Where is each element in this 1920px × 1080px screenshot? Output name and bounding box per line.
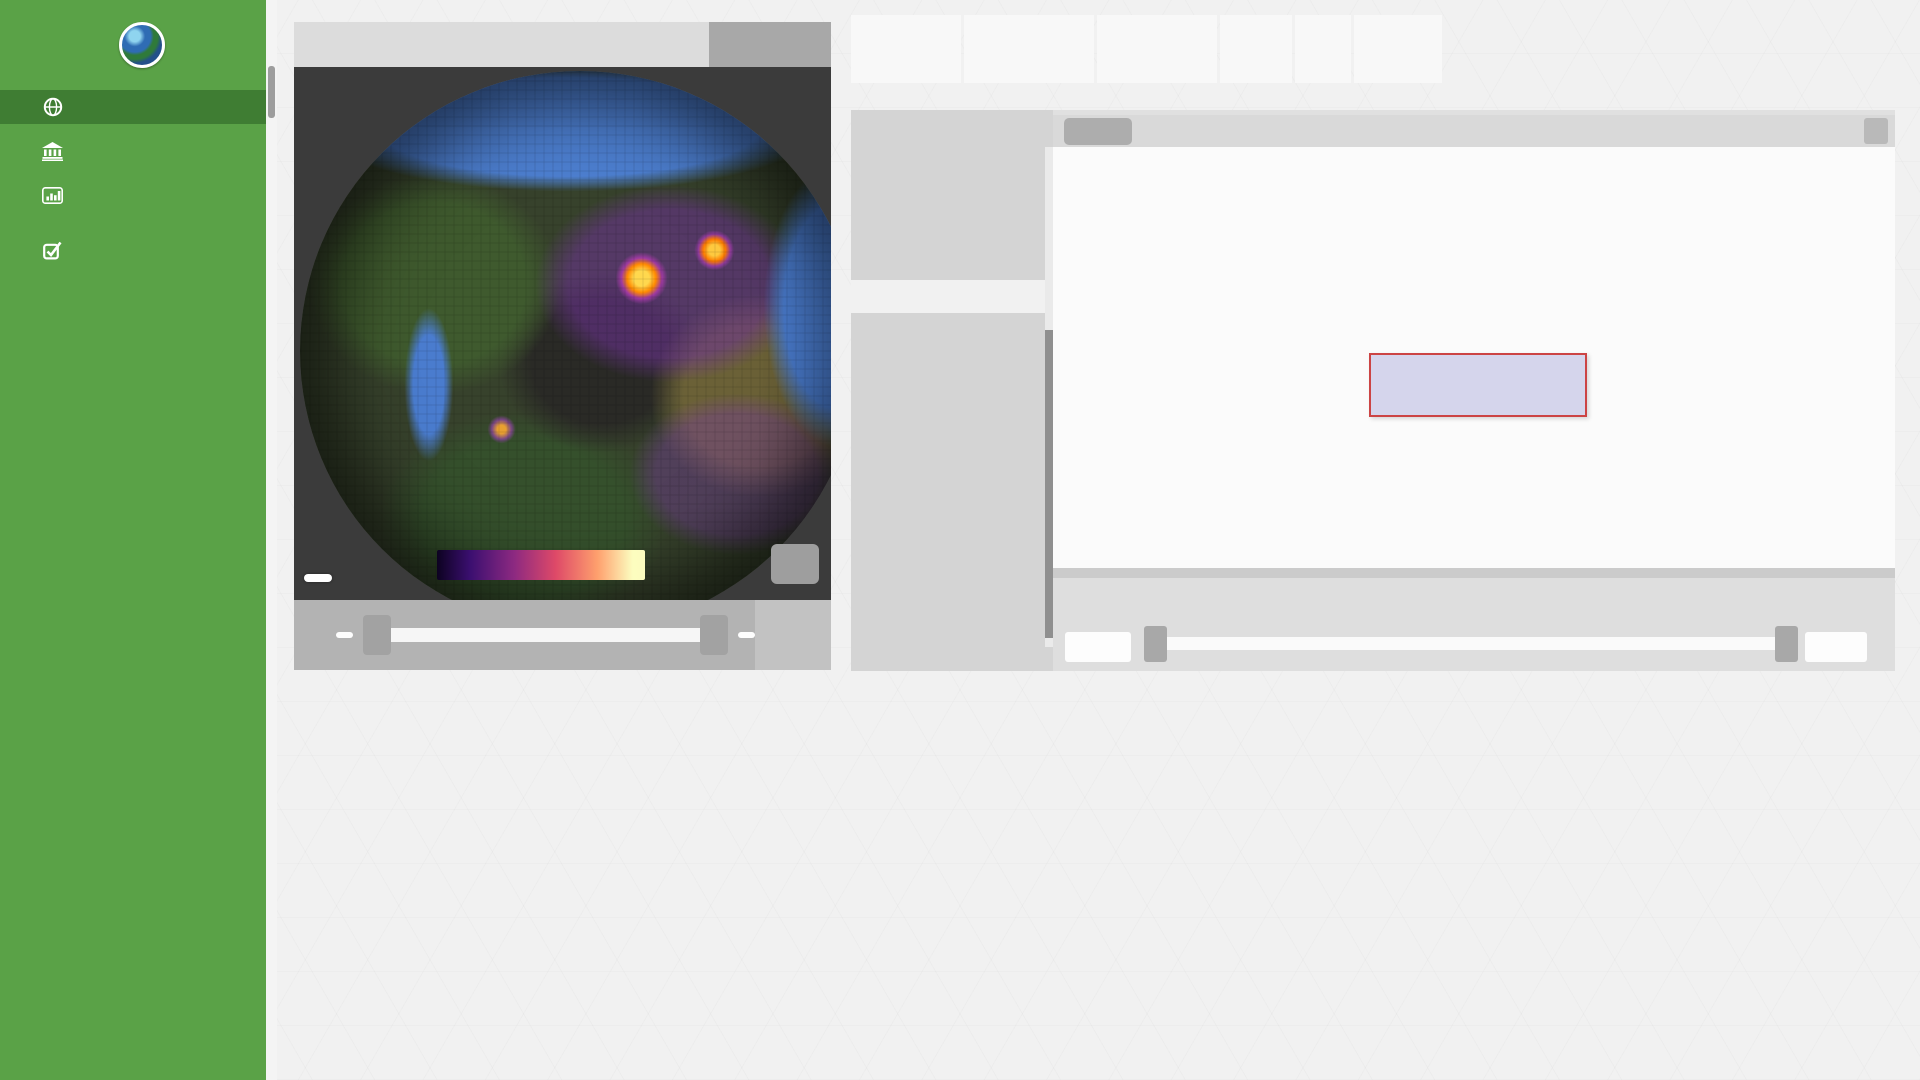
planet-map-image[interactable] xyxy=(300,71,831,600)
timeline-slider-thumb-end[interactable] xyxy=(700,615,728,655)
blue-dot-icon xyxy=(1379,381,1385,387)
pollution-color-scale xyxy=(437,550,645,580)
data-category-panel xyxy=(851,110,1053,671)
red-dot-icon xyxy=(1379,364,1385,370)
graph-divider xyxy=(1053,568,1895,578)
legend-pollute-air xyxy=(1141,545,1162,550)
category-farming[interactable] xyxy=(851,125,1053,156)
sidebar-scrollbar[interactable] xyxy=(266,0,277,1080)
map-timeline-controls xyxy=(294,600,831,670)
server-stats-bar xyxy=(851,15,1442,83)
data-panel-scrollbar[interactable] xyxy=(1045,147,1053,647)
app-screen xyxy=(0,0,1920,1080)
stat-meteor-impact xyxy=(1097,15,1217,83)
category-economy[interactable] xyxy=(851,592,1053,623)
data-panel-title xyxy=(851,110,1053,125)
stat-laws xyxy=(1295,15,1351,83)
category-trees[interactable] xyxy=(851,437,1053,468)
category-animals[interactable] xyxy=(851,468,1053,499)
playback-speed[interactable] xyxy=(755,600,831,670)
data-panel-scrollbar-thumb[interactable] xyxy=(1045,330,1053,638)
map-panel xyxy=(294,22,831,670)
sidebar-item-running-elections[interactable] xyxy=(0,178,266,212)
category-pollution[interactable] xyxy=(851,218,1053,249)
chart-legend xyxy=(1063,540,1166,555)
stat-online-players xyxy=(851,15,961,83)
dots-swatch-icon xyxy=(1141,545,1155,550)
stat-world-size xyxy=(1354,15,1442,83)
tooltip-row-plants xyxy=(1379,377,1577,394)
stat-time xyxy=(964,15,1094,83)
legend-total-ground-pollution xyxy=(1063,545,1094,550)
graph-range-slider-track[interactable] xyxy=(1165,637,1798,650)
category-harvesting[interactable] xyxy=(851,187,1053,218)
map-time-label xyxy=(304,574,332,582)
category-drop-garbage[interactable] xyxy=(851,249,1053,280)
sidebar xyxy=(0,0,266,1080)
logo-planet-icon xyxy=(119,22,165,68)
graph-range-thumb-end[interactable] xyxy=(1775,626,1798,662)
category-environment[interactable] xyxy=(851,499,1053,530)
graph-range-area xyxy=(1053,578,1895,671)
sidebar-item-elected-officials[interactable] xyxy=(0,134,266,168)
compare-maps-button[interactable] xyxy=(709,22,831,67)
sidebar-item-scientific-data[interactable] xyxy=(0,90,266,124)
timeline-end-value xyxy=(738,632,755,638)
range-end-box[interactable] xyxy=(1805,632,1867,662)
category-work-party[interactable] xyxy=(851,375,1053,406)
globe-icon xyxy=(42,97,63,117)
category-finance[interactable] xyxy=(851,156,1053,187)
tooltip-row-pollution xyxy=(1379,360,1577,377)
bank-icon xyxy=(42,141,63,161)
graph-panel xyxy=(1053,110,1895,671)
map-header xyxy=(294,22,831,67)
category-citizens[interactable] xyxy=(851,530,1053,561)
map-2d-toggle-button[interactable] xyxy=(771,544,819,584)
bar-chart-icon xyxy=(42,185,63,205)
category-plants[interactable] xyxy=(851,406,1053,437)
stat-plants xyxy=(1220,15,1292,83)
category-civics[interactable] xyxy=(851,561,1053,592)
legend-plant-population xyxy=(1106,540,1129,555)
timeline-start-value xyxy=(336,632,353,638)
category-settlements[interactable] xyxy=(851,313,1053,344)
category-pollute-air[interactable] xyxy=(851,280,1053,313)
category-specialties[interactable] xyxy=(851,344,1053,375)
map-view[interactable] xyxy=(294,67,831,600)
range-start-box[interactable] xyxy=(1065,632,1131,662)
graph-range-thumb-start[interactable] xyxy=(1144,626,1167,662)
sidebar-scrollbar-thumb[interactable] xyxy=(268,66,275,118)
maroon-dot-icon xyxy=(1379,397,1385,403)
line-swatch-icon xyxy=(1063,545,1087,550)
tooltip-row-pollute-air xyxy=(1379,393,1577,410)
sidebar-item-previous-elections[interactable] xyxy=(0,233,266,267)
eco-logo xyxy=(0,0,266,90)
checkbox-checked-icon xyxy=(42,240,63,260)
timeline-slider[interactable] xyxy=(363,600,728,670)
timeline-slider-track[interactable] xyxy=(389,628,702,642)
chart-tooltip xyxy=(1369,353,1587,417)
square-swatch-icon xyxy=(1106,540,1122,555)
timeline-slider-thumb-start[interactable] xyxy=(363,615,391,655)
